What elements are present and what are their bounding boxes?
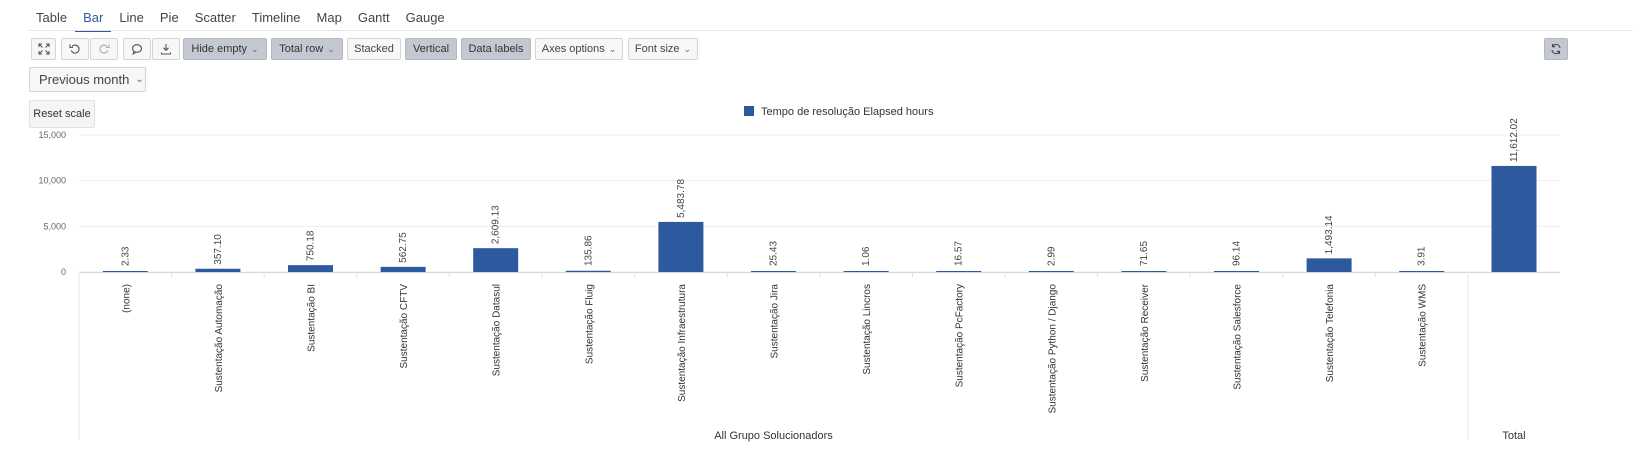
data-label: 3.91 bbox=[1417, 246, 1428, 266]
group-label: All Grupo Solucionadors bbox=[714, 430, 833, 442]
bar bbox=[102, 271, 148, 272]
data-label: 96.14 bbox=[1232, 241, 1243, 266]
data-label: 750.18 bbox=[306, 230, 317, 261]
x-tick-label: Sustentação Jira bbox=[770, 284, 781, 359]
bar bbox=[1214, 271, 1259, 272]
data-label: 2.99 bbox=[1046, 246, 1057, 266]
legend-swatch bbox=[744, 106, 754, 116]
bar bbox=[380, 266, 426, 272]
x-tick-label: Sustentação Automação bbox=[214, 284, 225, 393]
bar bbox=[195, 268, 241, 272]
bar bbox=[1028, 271, 1074, 272]
total-data-label: 11,612.02 bbox=[1509, 118, 1520, 162]
data-label: 357.10 bbox=[213, 234, 224, 265]
x-tick-label: (none) bbox=[121, 284, 132, 313]
x-tick-label: Sustentação Datasul bbox=[492, 284, 503, 376]
x-tick-label: Sustentação PcFactory bbox=[955, 284, 966, 387]
data-label: 16.57 bbox=[954, 241, 965, 266]
bar bbox=[751, 271, 796, 272]
y-tick-label: 5,000 bbox=[43, 221, 66, 231]
data-label: 1,493.14 bbox=[1324, 215, 1335, 254]
y-tick-label: 10,000 bbox=[38, 176, 66, 186]
bar-chart: 0 5,000 10,000 15,000 Tempo de resolução Ela… bbox=[38, 106, 1560, 442]
total-bar bbox=[1491, 165, 1537, 272]
bar bbox=[1399, 271, 1445, 272]
y-tick-label: 15,000 bbox=[38, 130, 66, 140]
x-tick-label: Sustentação Fluig bbox=[584, 284, 595, 364]
y-tick-label: 0 bbox=[61, 267, 66, 277]
x-tick-label: Sustentação CFTV bbox=[399, 284, 410, 369]
bar bbox=[936, 271, 982, 272]
bar bbox=[1121, 271, 1167, 272]
x-tick-label: Sustentação BI bbox=[307, 284, 318, 352]
data-label: 71.65 bbox=[1139, 241, 1150, 266]
data-label: 2.33 bbox=[120, 246, 131, 266]
x-tick-label: Sustentação Salesforce bbox=[1233, 284, 1244, 390]
x-tick-label: Sustentação Telefonia bbox=[1325, 284, 1336, 383]
bar bbox=[1306, 258, 1352, 272]
x-tick-label: Sustentação Python / Django bbox=[1047, 284, 1058, 414]
data-label: 2,609.13 bbox=[491, 205, 502, 244]
x-tick-label: Sustentação Lincros bbox=[862, 284, 873, 375]
total-label: Total bbox=[1502, 430, 1525, 442]
bar bbox=[843, 271, 889, 272]
bar bbox=[473, 248, 519, 272]
x-tick-label: Sustentação Infraestrutura bbox=[677, 284, 688, 402]
bar bbox=[658, 221, 704, 272]
legend-label: Tempo de resolução Elapsed hours bbox=[761, 106, 934, 118]
data-label: 5,483.78 bbox=[676, 179, 687, 218]
x-tick-label: Sustentação Receiver bbox=[1140, 283, 1151, 382]
data-label: 562.75 bbox=[398, 232, 409, 263]
data-label: 25.43 bbox=[769, 241, 780, 266]
data-label: 135.86 bbox=[583, 235, 594, 266]
bar bbox=[565, 270, 611, 272]
x-tick-label: Sustentação WMS bbox=[1418, 284, 1429, 367]
data-label: 1.06 bbox=[861, 246, 872, 266]
bar bbox=[288, 265, 333, 272]
